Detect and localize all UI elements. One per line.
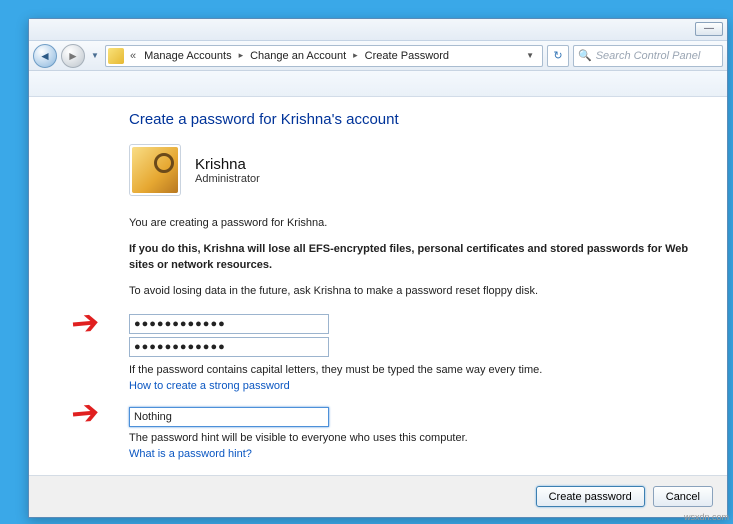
password-value: ●●●●●●●●●●●● xyxy=(134,318,226,330)
search-icon: 🔍 xyxy=(578,49,592,62)
account-name: Krishna xyxy=(195,156,260,173)
annotation-arrow-icon: ➔ xyxy=(69,302,101,344)
create-password-button[interactable]: Create password xyxy=(536,486,645,507)
watermark: wsxdn.com xyxy=(684,512,729,522)
hint-note: The password hint will be visible to eve… xyxy=(129,431,709,447)
confirm-password-value: ●●●●●●●●●●●● xyxy=(134,341,226,353)
breadcrumb-lead: « xyxy=(126,50,140,62)
user-tile: Krishna Administrator xyxy=(129,144,709,196)
chevron-right-icon[interactable]: ▸ xyxy=(350,50,361,61)
forward-icon: ► xyxy=(67,49,79,63)
avatar-frame xyxy=(129,144,181,196)
confirm-password-field[interactable]: ●●●●●●●●●●●● xyxy=(129,337,329,357)
hint-field[interactable]: Nothing xyxy=(129,407,329,427)
caps-note: If the password contains capital letters… xyxy=(129,363,709,379)
annotation-arrow-icon: ➔ xyxy=(69,392,101,434)
cancel-button[interactable]: Cancel xyxy=(653,486,713,507)
account-role: Administrator xyxy=(195,173,260,185)
content-pane: Create a password for Krishna's account … xyxy=(29,97,727,463)
intro-text: You are creating a password for Krishna. xyxy=(129,216,709,232)
chevron-right-icon[interactable]: ▸ xyxy=(236,50,247,61)
control-panel-window: — ◄ ► ▼ « Manage Accounts ▸ Change an Ac… xyxy=(28,18,728,518)
nav-history-dropdown[interactable]: ▼ xyxy=(89,46,101,66)
crumb-create-password[interactable]: Create Password xyxy=(363,48,451,64)
dialog-footer: Create password Cancel xyxy=(29,475,727,517)
password-field[interactable]: ●●●●●●●●●●●● xyxy=(129,314,329,334)
search-input[interactable]: 🔍 Search Control Panel xyxy=(573,45,723,67)
refresh-icon: ↻ xyxy=(553,49,562,62)
titlebar: — xyxy=(29,19,727,41)
location-icon xyxy=(108,48,124,64)
search-placeholder: Search Control Panel xyxy=(596,50,701,62)
advice-text: To avoid losing data in the future, ask … xyxy=(129,284,709,300)
nav-toolbar: ◄ ► ▼ « Manage Accounts ▸ Change an Acco… xyxy=(29,41,727,71)
crumb-manage-accounts[interactable]: Manage Accounts xyxy=(142,48,233,64)
refresh-button[interactable]: ↻ xyxy=(547,45,569,67)
warning-text: If you do this, Krishna will lose all EF… xyxy=(129,242,709,274)
command-bar xyxy=(29,71,727,97)
page-title: Create a password for Krishna's account xyxy=(129,111,709,128)
back-icon: ◄ xyxy=(39,49,51,63)
forward-button[interactable]: ► xyxy=(61,44,85,68)
address-bar[interactable]: « Manage Accounts ▸ Change an Account ▸ … xyxy=(105,45,543,67)
avatar xyxy=(132,147,178,193)
password-hint-link[interactable]: What is a password hint? xyxy=(129,447,709,463)
hint-value: Nothing xyxy=(134,411,172,423)
strong-password-link[interactable]: How to create a strong password xyxy=(129,379,709,395)
address-dropdown-icon[interactable]: ▼ xyxy=(520,51,540,60)
crumb-change-account[interactable]: Change an Account xyxy=(248,48,348,64)
back-button[interactable]: ◄ xyxy=(33,44,57,68)
minimize-button[interactable]: — xyxy=(695,22,723,36)
